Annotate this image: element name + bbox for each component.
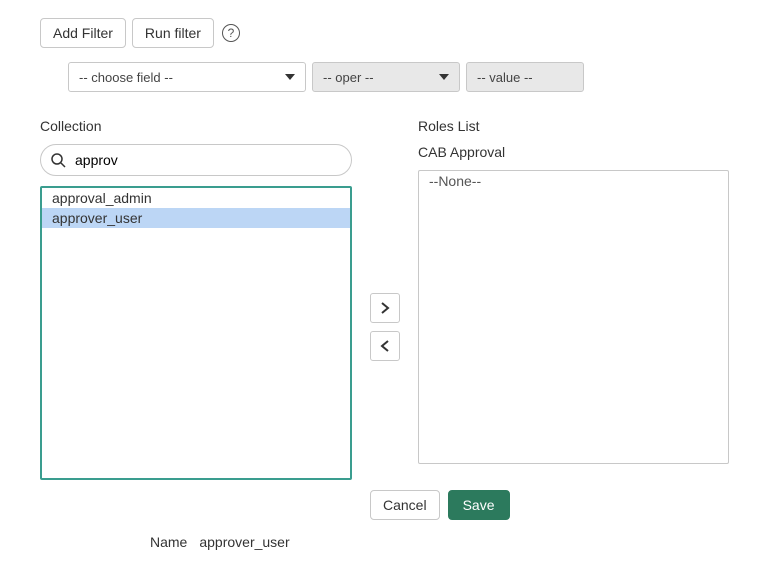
filter-value-input[interactable]: -- value -- [466,62,584,92]
list-item[interactable]: approval_admin [42,188,350,208]
roles-subheader: CAB Approval [418,144,729,160]
add-filter-button[interactable]: Add Filter [40,18,126,48]
move-left-button[interactable] [370,331,400,361]
name-field-label: Name [150,534,187,550]
filter-oper-select[interactable]: -- oper -- [312,62,460,92]
run-filter-button[interactable]: Run filter [132,18,214,48]
chevron-left-icon [380,339,390,353]
chevron-right-icon [380,301,390,315]
name-field-value: approver_user [199,534,289,550]
search-icon [50,152,66,168]
help-icon[interactable]: ? [222,24,240,42]
filter-field-text: -- choose field -- [79,70,277,85]
move-right-button[interactable] [370,293,400,323]
filter-oper-text: -- oper -- [323,70,431,85]
cancel-button[interactable]: Cancel [370,490,440,520]
list-item[interactable]: --None-- [419,171,728,191]
chevron-down-icon [285,74,295,80]
roles-list-label: Roles List [418,118,729,134]
list-item[interactable]: approver_user [42,208,350,228]
filter-field-select[interactable]: -- choose field -- [68,62,306,92]
collection-label: Collection [40,118,352,134]
chevron-down-icon [439,74,449,80]
save-button[interactable]: Save [448,490,510,520]
collection-listbox[interactable]: approval_admin approver_user [40,186,352,480]
roles-listbox[interactable]: --None-- [418,170,729,464]
collection-search-input[interactable] [40,144,352,176]
filter-value-text: -- value -- [477,70,573,85]
